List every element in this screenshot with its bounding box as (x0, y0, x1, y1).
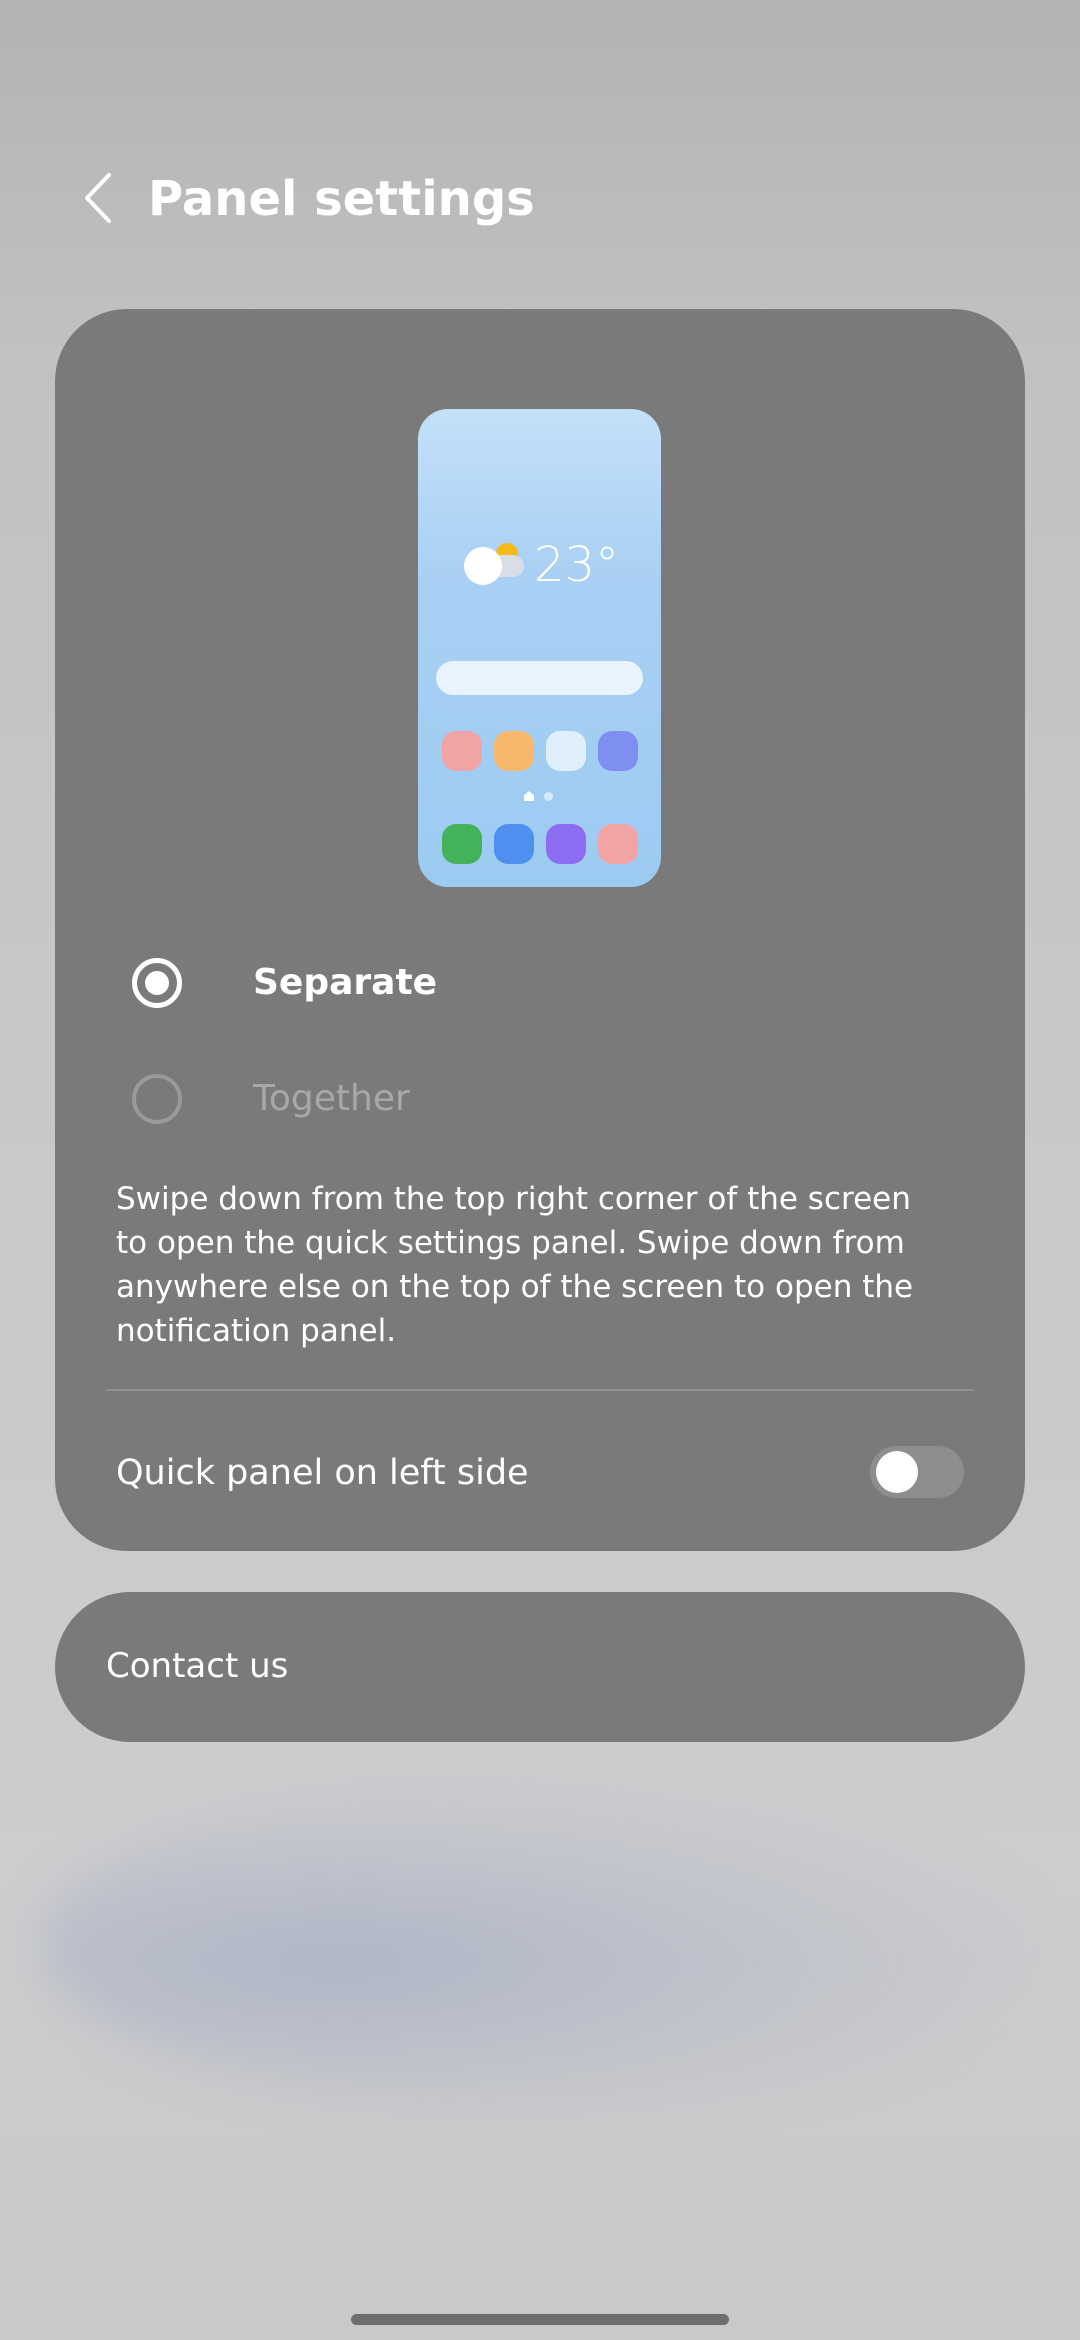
dock-app-icon (546, 824, 586, 864)
option-separate[interactable]: Separate (55, 934, 1025, 1034)
preview-search-bar (436, 661, 643, 695)
home-indicator[interactable] (351, 2314, 729, 2325)
quick-panel-left-toggle[interactable] (870, 1446, 964, 1498)
page-indicator (524, 791, 564, 803)
option-together-label: Together (253, 1078, 410, 1119)
app-icon (598, 731, 638, 771)
header: Panel settings (0, 150, 1080, 250)
background-glow (40, 1780, 1040, 2110)
dock-app-icon (494, 824, 534, 864)
weather-widget: 23° (464, 537, 624, 593)
back-button[interactable] (68, 168, 128, 228)
chevron-left-icon (85, 173, 111, 223)
radio-separate[interactable] (132, 958, 182, 1008)
option-together[interactable]: Together (55, 1050, 1025, 1150)
phone-preview-image: 23° (418, 409, 661, 887)
app-icon (546, 731, 586, 771)
dock-app-icon (598, 824, 638, 864)
radio-together[interactable] (132, 1074, 182, 1124)
contact-us-button[interactable]: Contact us (55, 1592, 1025, 1742)
app-icon (494, 731, 534, 771)
quick-panel-left-row[interactable]: Quick panel on left side (55, 1410, 1025, 1540)
app-icon (442, 731, 482, 771)
cloud-front-icon (464, 547, 502, 585)
temperature-text: 23° (534, 537, 620, 593)
page-title: Panel settings (148, 171, 535, 227)
divider (106, 1389, 974, 1391)
dock-app-icon (442, 824, 482, 864)
quick-panel-left-label: Quick panel on left side (116, 1453, 529, 1493)
toggle-knob (876, 1451, 918, 1493)
home-dot-icon (524, 791, 534, 801)
page-dot (544, 792, 553, 801)
contact-us-label: Contact us (106, 1646, 289, 1686)
option-description: Swipe down from the top right corner of … (116, 1181, 914, 1349)
option-separate-label: Separate (253, 962, 438, 1003)
